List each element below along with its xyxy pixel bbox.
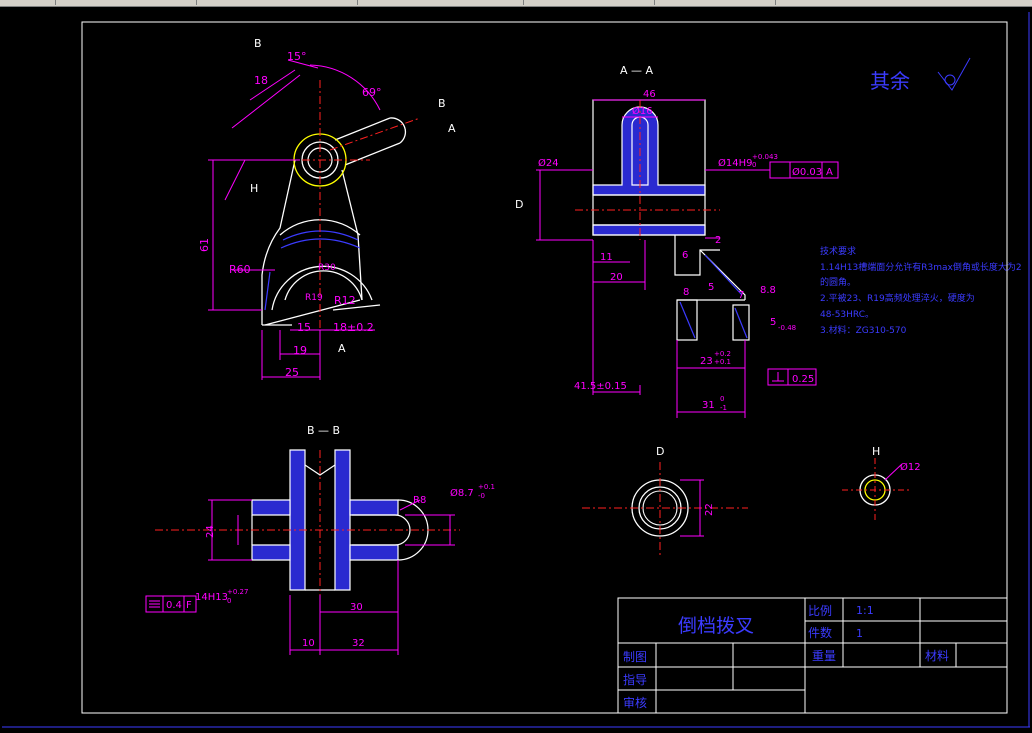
dim-d14h9-upper: +0.043: [752, 153, 778, 161]
notes-line-4: 48-53HRC。: [820, 310, 874, 320]
section-mark-b-top: B: [254, 37, 262, 50]
dim-25: 25: [285, 366, 299, 379]
tol-frame-ref: A: [826, 167, 833, 178]
view-mark-d: D: [515, 198, 523, 211]
title-block: 倒档拨叉 比例 1:1 件数 1 重量 材料 制图 指导 审核: [617, 597, 1008, 714]
dim-d14h9: Ø14H9: [718, 157, 752, 169]
dim-32: 32: [352, 638, 365, 649]
dim-18-tol: 18±0.2: [333, 321, 374, 334]
toolbar-segment[interactable]: [197, 0, 358, 5]
dim-r8: R8: [413, 495, 426, 506]
section-bb-view: B — B R8 Ø8.7 +0.1 -0 24 30 10 32 14H13 …: [145, 424, 495, 655]
dim-23-lower: +0.1: [714, 358, 731, 366]
drawing-sheet: 其余 15° 18 69° 61 R60 R12 15 18±0.2 19 25…: [2, 12, 1030, 728]
dim-6: 6: [682, 250, 688, 261]
section-mark-a-right: A: [448, 122, 456, 135]
dim-r60: R60: [229, 263, 251, 276]
dim-46: 46: [643, 89, 656, 100]
notes-title: 技术要求: [820, 245, 856, 257]
dim-10: 10: [302, 638, 315, 649]
view-h-title: H: [872, 445, 880, 458]
drawn-by-label: 制图: [623, 650, 647, 664]
dim-69deg: 69°: [362, 86, 382, 99]
main-view: 15° 18 69° 61 R60 R12 15 18±0.2 19 25 R3…: [198, 37, 456, 380]
section-mark-b-right: B: [438, 97, 446, 110]
dim-8: 8: [683, 287, 689, 298]
dim-14h13: 14H13: [195, 592, 228, 603]
notes-line-3: 2.平被23、R19高频处理淬火，硬度为: [820, 292, 975, 304]
dim-61: 61: [198, 238, 211, 252]
section-aa-view: A — A 46 Ø16 Ø24 Ø14H9 +0.043 0 2 11 20 …: [515, 64, 839, 418]
toolbar-segment[interactable]: [524, 0, 655, 5]
dim-d14h9-lower: 0: [752, 161, 756, 169]
dim-23-upper: +0.2: [714, 350, 731, 358]
dim-d8-7-upper: +0.1: [478, 483, 495, 491]
dim-7: 7: [738, 290, 744, 301]
dim-23: 23: [700, 356, 713, 367]
dim-31-upper: 0: [720, 395, 724, 403]
part-name: 倒档拨叉: [678, 615, 754, 637]
weight-label: 重量: [812, 649, 836, 663]
notes-line-1: 1.14H13槽端面分允许有R3max倒角或长度大为2: [820, 261, 1022, 273]
dim-19: 19: [293, 344, 307, 357]
dim-2: 2: [715, 235, 721, 246]
section-aa-title: A — A: [620, 64, 654, 77]
technical-notes: 技术要求 1.14H13槽端面分允许有R3max倒角或长度大为2 的圆角。 2.…: [820, 245, 1022, 336]
dim-24: 24: [205, 525, 216, 538]
dim-18: 18: [254, 74, 268, 87]
dim-d12: Ø12: [900, 461, 921, 473]
view-d: D 22: [582, 445, 748, 555]
dim-14h13-upper: +0.27: [227, 588, 248, 596]
dim-d24: Ø24: [538, 157, 559, 169]
dim-30: 30: [350, 602, 363, 613]
dim-r19: R19: [305, 293, 323, 303]
sym-frame-value: 0.4: [166, 600, 182, 611]
material-label: 材料: [925, 649, 949, 663]
qty-value: 1: [856, 627, 863, 640]
toolbar-segment[interactable]: [655, 0, 776, 5]
dim-d8-7-lower: -0: [478, 492, 485, 500]
advisor-label: 指导: [623, 672, 647, 687]
dim-8-8: 8.8: [760, 285, 776, 296]
dim-5: 5: [708, 282, 714, 293]
view-mark-h: H: [250, 182, 258, 195]
dim-31: 31: [702, 400, 715, 411]
section-mark-a-bottom: A: [338, 342, 346, 355]
dim-d8-7: Ø8.7: [450, 487, 474, 499]
cad-drawing-canvas[interactable]: 其余 15° 18 69° 61 R60 R12 15 18±0.2 19 25…: [0, 6, 1032, 729]
dim-15: 15: [297, 321, 311, 334]
dim-14h13-lower: 0: [227, 597, 231, 605]
dim-41-5: 41.5±0.15: [574, 381, 627, 392]
dim-11: 11: [600, 252, 613, 263]
dim-r12: R12: [334, 294, 356, 307]
checked-by-label: 审核: [623, 695, 647, 710]
toolbar-segment[interactable]: [56, 0, 197, 5]
roughness-symbol: [937, 57, 971, 91]
scale-value: 1:1: [856, 604, 874, 617]
dim-r30: R30: [318, 263, 336, 273]
toolbar-segment[interactable]: [358, 0, 524, 5]
surface-rest-note: 其余: [870, 69, 910, 93]
notes-line-2: 的圆角。: [820, 276, 856, 288]
tol-frame-value: Ø0.03: [792, 166, 822, 178]
notes-line-5: 3.材料：ZG310-570: [820, 324, 907, 336]
dim-d16: Ø16: [632, 105, 653, 117]
sym-frame-ref: F: [186, 600, 192, 611]
dim-5b-tol: -0.48: [778, 324, 796, 332]
dim-15deg: 15°: [287, 50, 307, 63]
toolbar-segment[interactable]: [0, 0, 56, 5]
dim-d22: 22: [704, 503, 715, 516]
view-h: H Ø12: [842, 445, 921, 520]
perp-frame-value: 0.25: [792, 374, 814, 385]
dim-5b: 5: [770, 317, 776, 328]
scale-label: 比例: [808, 604, 832, 618]
dim-20: 20: [610, 272, 623, 283]
view-d-title: D: [656, 445, 664, 458]
dim-31-lower: -1: [720, 404, 727, 412]
qty-label: 件数: [808, 625, 832, 640]
section-bb-title: B — B: [307, 424, 340, 437]
